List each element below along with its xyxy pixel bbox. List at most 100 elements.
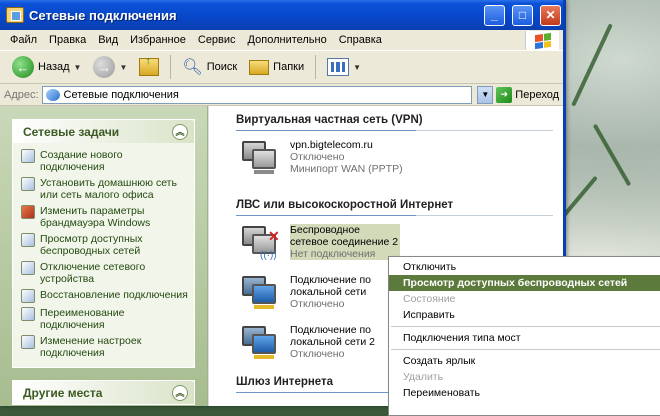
folder-icon bbox=[249, 59, 270, 75]
toolbar: ← Назад ▼ → ▼ ↑ 🔍︎ Поиск Папки ▼ bbox=[0, 51, 563, 84]
connection-name: Подключение по локальной сети bbox=[290, 274, 372, 298]
connection-status: Отключено bbox=[290, 348, 345, 360]
address-bar: Адрес: Сетевые подключения ▼ ➜ Переход bbox=[0, 84, 563, 106]
task-label: Просмотр доступных беспроводных сетей bbox=[40, 233, 143, 257]
toolbar-divider bbox=[170, 55, 172, 79]
task-rename[interactable]: Переименование подключения bbox=[21, 307, 188, 331]
chevron-down-icon[interactable]: ▼ bbox=[353, 63, 361, 72]
go-arrow-icon: ➜ bbox=[496, 86, 513, 103]
search-button[interactable]: 🔍︎ Поиск bbox=[178, 54, 241, 80]
task-label: Переименование подключения bbox=[40, 307, 125, 331]
task-label: Отключение сетевого устройства bbox=[40, 261, 146, 285]
wireless-icon bbox=[21, 233, 35, 247]
task-firewall[interactable]: Изменить параметры брандмауэра Windows bbox=[21, 205, 188, 229]
task-disable-device[interactable]: Отключение сетевого устройства bbox=[21, 261, 188, 285]
forward-arrow-icon: → bbox=[93, 56, 116, 78]
menu-item-rename[interactable]: Переименовать bbox=[389, 385, 660, 401]
menu-help[interactable]: Справка bbox=[333, 34, 388, 46]
title-bar[interactable]: Сетевые подключения _ □ ✕ bbox=[0, 0, 563, 30]
task-label: Создание нового подключения bbox=[40, 149, 123, 173]
close-button[interactable]: ✕ bbox=[540, 4, 561, 26]
chevron-down-icon[interactable]: ▼ bbox=[477, 85, 494, 104]
maximize-button[interactable]: □ bbox=[512, 4, 533, 26]
minimize-button[interactable]: _ bbox=[484, 4, 505, 26]
settings-icon bbox=[21, 335, 35, 349]
address-field[interactable]: Сетевые подключения bbox=[41, 85, 473, 104]
up-folder-button[interactable]: ↑ bbox=[135, 54, 163, 80]
task-label: Изменить параметры брандмауэра Windows bbox=[40, 205, 151, 229]
menu-item-view-wireless[interactable]: Просмотр доступных беспроводных сетей bbox=[389, 275, 660, 291]
menu-item-delete: Удалить bbox=[403, 371, 444, 383]
chevron-down-icon[interactable]: ▼ bbox=[74, 63, 82, 72]
menu-item-disconnect[interactable]: Отключить bbox=[389, 259, 660, 275]
network-folder-icon bbox=[6, 7, 24, 23]
windows-logo-icon bbox=[525, 31, 559, 50]
connection-device: Минипорт WAN (PPTP) bbox=[290, 163, 403, 175]
task-change-settings[interactable]: Изменение настроек подключения bbox=[21, 335, 188, 359]
back-button[interactable]: ← Назад ▼ bbox=[8, 54, 85, 80]
disable-device-icon bbox=[21, 261, 35, 275]
panel-title: Другие места bbox=[23, 385, 103, 400]
collapse-icon[interactable]: ︽ bbox=[172, 384, 188, 401]
panel-title: Сетевые задачи bbox=[23, 124, 120, 139]
task-list: Создание нового подключения Установить д… bbox=[13, 143, 194, 367]
folders-label: Папки bbox=[273, 61, 305, 73]
connection-status: Отключено bbox=[290, 151, 345, 163]
task-create-connection[interactable]: Создание нового подключения bbox=[21, 149, 188, 173]
collapse-icon[interactable]: ︽ bbox=[172, 123, 188, 140]
menu-divider bbox=[391, 349, 660, 350]
task-view-wireless[interactable]: Просмотр доступных беспроводных сетей bbox=[21, 233, 188, 257]
task-home-network[interactable]: Установить домашнюю сеть или сеть малого… bbox=[21, 177, 188, 201]
menu-tools[interactable]: Сервис bbox=[192, 34, 242, 46]
connection-name: vpn.bigtelecom.ru bbox=[290, 139, 373, 151]
chevron-down-icon[interactable]: ▼ bbox=[119, 63, 127, 72]
task-label: Изменение настроек подключения bbox=[40, 335, 142, 359]
connection-vpn[interactable]: vpn.bigtelecom.ru Отключено Минипорт WAN… bbox=[238, 139, 563, 189]
menu-edit[interactable]: Правка bbox=[43, 34, 92, 46]
task-label: Установить домашнюю сеть или сеть малого… bbox=[40, 177, 177, 201]
scrollbar[interactable] bbox=[208, 106, 218, 406]
connection-name: Беспроводное сетевое соединение 2 bbox=[290, 224, 400, 248]
firewall-icon bbox=[21, 205, 35, 219]
task-repair[interactable]: Восстановление подключения bbox=[21, 289, 188, 303]
go-button[interactable]: ➜ Переход bbox=[496, 86, 563, 103]
menu-advanced[interactable]: Дополнительно bbox=[242, 34, 333, 46]
forward-button[interactable]: → ▼ bbox=[89, 54, 131, 80]
new-connection-icon bbox=[21, 149, 35, 163]
panel-header[interactable]: Другие места ︽ bbox=[13, 381, 194, 404]
home-network-icon bbox=[21, 177, 35, 191]
menu-favorites[interactable]: Избранное bbox=[124, 34, 192, 46]
task-pane: Сетевые задачи ︽ Создание нового подключ… bbox=[0, 106, 208, 406]
menu-item-bridge[interactable]: Подключения типа мост bbox=[389, 330, 660, 346]
search-icon: 🔍︎ bbox=[182, 59, 203, 76]
toolbar-divider bbox=[315, 55, 317, 79]
address-value: Сетевые подключения bbox=[63, 88, 179, 101]
back-arrow-icon: ← bbox=[12, 56, 34, 78]
menu-file[interactable]: Файл bbox=[4, 34, 43, 46]
window-title: Сетевые подключения bbox=[29, 7, 177, 23]
vpn-connection-icon bbox=[238, 139, 280, 181]
wireless-connection-icon: ✕ ((·)) bbox=[238, 224, 280, 266]
menu-item-create-shortcut[interactable]: Создать ярлык bbox=[389, 353, 660, 369]
group-header-lan: ЛВС или высокоскоростной Интернет bbox=[236, 191, 553, 216]
views-button[interactable]: ▼ bbox=[323, 54, 365, 80]
repair-icon bbox=[21, 289, 35, 303]
views-icon bbox=[327, 58, 350, 76]
panel-header[interactable]: Сетевые задачи ︽ bbox=[13, 120, 194, 143]
task-label: Восстановление подключения bbox=[40, 289, 188, 301]
context-menu: Отключить Просмотр доступных беспроводны… bbox=[388, 256, 660, 416]
connection-name: Подключение по локальной сети 2 bbox=[290, 324, 375, 348]
lan-connection-icon bbox=[238, 274, 280, 316]
network-tasks-panel: Сетевые задачи ︽ Создание нового подключ… bbox=[12, 119, 195, 368]
menu-view[interactable]: Вид bbox=[92, 34, 124, 46]
connection-status: Отключено bbox=[290, 298, 345, 310]
up-folder-icon: ↑ bbox=[139, 55, 160, 76]
lan-connection-icon bbox=[238, 324, 280, 366]
back-label: Назад bbox=[38, 61, 70, 73]
folders-button[interactable]: Папки bbox=[245, 54, 308, 80]
go-label: Переход bbox=[515, 88, 559, 101]
menu-item-repair[interactable]: Исправить bbox=[389, 307, 660, 323]
search-label: Поиск bbox=[206, 61, 238, 73]
connection-status: Нет подключения bbox=[290, 248, 400, 260]
other-places-panel: Другие места ︽ bbox=[12, 380, 195, 405]
